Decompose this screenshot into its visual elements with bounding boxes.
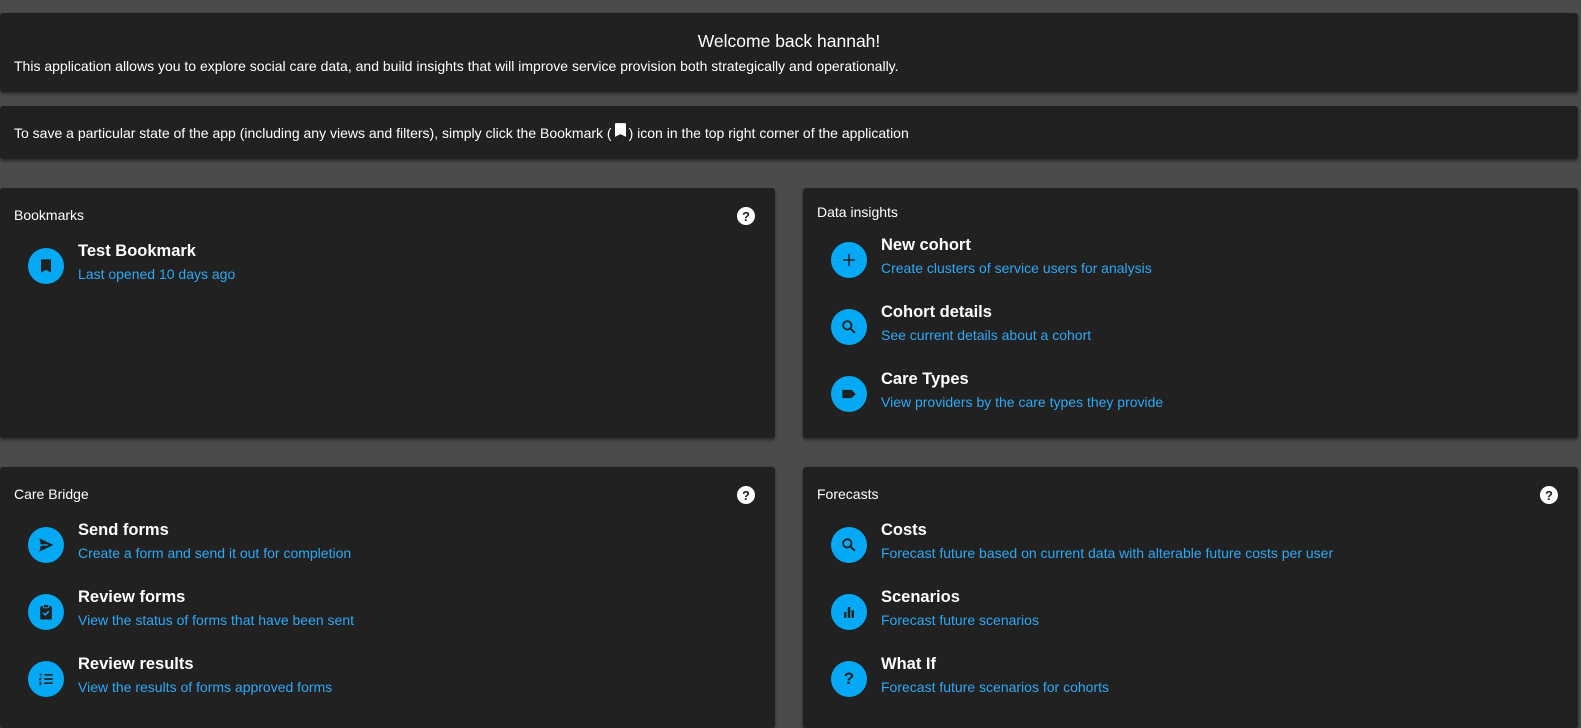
welcome-title: Welcome back hannah! bbox=[697, 31, 881, 51]
forecasts-card: Forecasts ? Costs Forecast future based … bbox=[803, 467, 1578, 728]
forecast-item-subtitle[interactable]: Forecast future based on current data wi… bbox=[881, 545, 1333, 561]
bookmark-icon bbox=[614, 123, 626, 137]
clipboard-check-icon bbox=[28, 594, 64, 630]
care-bridge-item-subtitle[interactable]: View the results of forms approved forms bbox=[78, 679, 332, 695]
care-bridge-item-send-forms[interactable]: Send forms Create a form and send it out… bbox=[28, 521, 755, 571]
care-bridge-card: Care Bridge ? Send forms Create a form a… bbox=[0, 467, 775, 728]
list-numbered-icon bbox=[28, 661, 64, 697]
welcome-card: Welcome back hannah! This application al… bbox=[0, 13, 1578, 92]
forecast-item-label: What If bbox=[881, 655, 936, 673]
insight-item-label: New cohort bbox=[881, 236, 971, 254]
insight-item-subtitle[interactable]: View providers by the care types they pr… bbox=[881, 394, 1163, 410]
care-bridge-item-subtitle[interactable]: Create a form and send it out for comple… bbox=[78, 545, 351, 561]
forecast-item-subtitle[interactable]: Forecast future scenarios bbox=[881, 612, 1039, 628]
forecast-item-subtitle[interactable]: Forecast future scenarios for cohorts bbox=[881, 679, 1109, 695]
forecast-item-costs[interactable]: Costs Forecast future based on current d… bbox=[831, 521, 1558, 571]
bookmarks-help-icon[interactable]: ? bbox=[737, 207, 755, 225]
insight-item-care-types[interactable]: Care Types View providers by the care ty… bbox=[831, 370, 1558, 420]
care-bridge-item-review-forms[interactable]: Review forms View the status of forms th… bbox=[28, 588, 755, 638]
care-bridge-help-icon[interactable]: ? bbox=[737, 486, 755, 504]
bookmark-tip-text-after: ) icon in the top right corner of the ap… bbox=[628, 125, 909, 141]
bookmark-tip-text-before: To save a particular state of the app (i… bbox=[14, 125, 612, 141]
insight-item-label: Care Types bbox=[881, 370, 969, 388]
question-icon: ? bbox=[831, 661, 867, 697]
bookmark-tip-card: To save a particular state of the app (i… bbox=[0, 106, 1578, 159]
care-bridge-item-subtitle[interactable]: View the status of forms that have been … bbox=[78, 612, 354, 628]
forecast-item-label: Scenarios bbox=[881, 588, 960, 606]
forecasts-title: Forecasts bbox=[817, 486, 879, 502]
forecasts-help-icon[interactable]: ? bbox=[1540, 486, 1558, 504]
forecast-item-label: Costs bbox=[881, 521, 927, 539]
question-icon-glyph: ? bbox=[843, 669, 855, 688]
care-bridge-title: Care Bridge bbox=[14, 486, 89, 502]
bookmark-item-label: Test Bookmark bbox=[78, 242, 196, 260]
insight-item-new-cohort[interactable]: New cohort Create clusters of service us… bbox=[831, 236, 1558, 286]
search-icon bbox=[831, 527, 867, 563]
insight-item-subtitle[interactable]: See current details about a cohort bbox=[881, 327, 1091, 343]
care-bridge-item-label: Review forms bbox=[78, 588, 186, 606]
plus-icon bbox=[831, 242, 867, 278]
insight-item-cohort-details[interactable]: Cohort details See current details about… bbox=[831, 303, 1558, 353]
bookmarks-card: Bookmarks ? Test Bookmark Last opened 10… bbox=[0, 188, 775, 438]
bookmark-tip: To save a particular state of the app (i… bbox=[14, 123, 909, 141]
send-icon bbox=[28, 527, 64, 563]
care-bridge-item-label: Review results bbox=[78, 655, 194, 673]
bookmark-icon bbox=[28, 248, 64, 284]
search-icon bbox=[831, 309, 867, 345]
bookmarks-title: Bookmarks bbox=[14, 207, 85, 223]
care-bridge-item-review-results[interactable]: Review results View the results of forms… bbox=[28, 655, 755, 705]
forecast-item-what-if[interactable]: ? What If Forecast future scenarios for … bbox=[831, 655, 1558, 705]
forecast-item-scenarios[interactable]: Scenarios Forecast future scenarios bbox=[831, 588, 1558, 638]
bar-chart-icon bbox=[831, 594, 867, 630]
insight-item-label: Cohort details bbox=[881, 303, 992, 321]
data-insights-card: Data insights New cohort Create clusters… bbox=[803, 188, 1578, 438]
bookmark-item-subtitle[interactable]: Last opened 10 days ago bbox=[78, 266, 235, 282]
insight-item-subtitle[interactable]: Create clusters of service users for ana… bbox=[881, 260, 1152, 276]
care-bridge-item-label: Send forms bbox=[78, 521, 169, 539]
bookmark-item-test-bookmark[interactable]: Test Bookmark Last opened 10 days ago bbox=[28, 242, 755, 292]
data-insights-title: Data insights bbox=[817, 204, 898, 220]
welcome-description: This application allows you to explore s… bbox=[14, 58, 899, 74]
label-icon bbox=[831, 376, 867, 412]
